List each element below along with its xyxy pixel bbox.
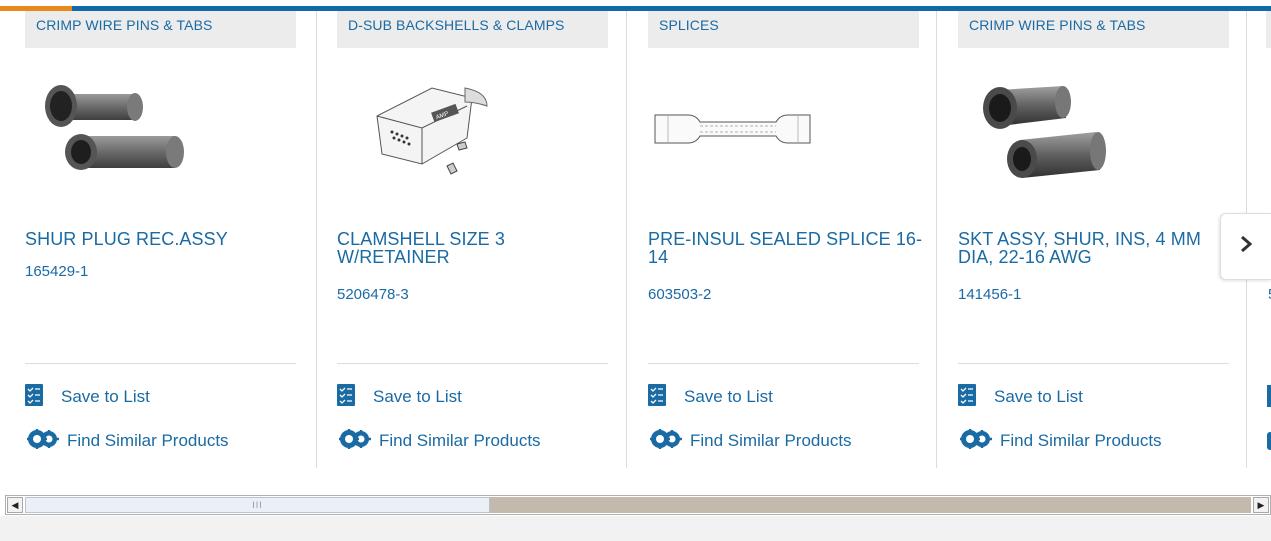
find-similar-button[interactable]: Find Similar Products [337, 428, 541, 455]
find-similar-label: Find Similar Products [690, 431, 852, 450]
card-separator [958, 363, 1229, 364]
part-number[interactable]: 165429-1 [25, 263, 88, 280]
category-label-partial[interactable] [1266, 11, 1271, 48]
category-label[interactable]: SPLICES [648, 11, 919, 48]
save-to-list-label: Save to List [373, 387, 462, 406]
scrollbar-thumb[interactable]: III [25, 497, 490, 513]
gears-icon [648, 428, 682, 455]
carousel-next-button[interactable] [1220, 213, 1271, 280]
product-carousel: CRIMP WIRE PINS & TABS SHUR PLUG REC.ASS… [0, 11, 1271, 468]
checklist-icon [25, 383, 43, 411]
gears-icon [337, 428, 371, 455]
save-to-list-icon-partial[interactable] [1267, 385, 1271, 407]
save-to-list-button[interactable]: Save to List [25, 383, 150, 411]
product-title[interactable]: SHUR PLUG REC.ASSY [25, 230, 305, 248]
checklist-icon [337, 383, 355, 411]
checklist-icon [958, 383, 976, 411]
product-title[interactable]: CLAMSHELL SIZE 3 W/RETAINER [337, 230, 617, 266]
find-similar-button[interactable]: Find Similar Products [25, 428, 229, 455]
chevron-right-icon [1239, 235, 1253, 258]
category-label[interactable]: CRIMP WIRE PINS & TABS [958, 11, 1229, 48]
save-to-list-button[interactable]: Save to List [958, 383, 1083, 411]
save-to-list-button[interactable]: Save to List [648, 383, 773, 411]
find-similar-label: Find Similar Products [379, 431, 541, 450]
part-number[interactable]: 141456-1 [958, 286, 1021, 303]
save-to-list-label: Save to List [684, 387, 773, 406]
product-card: SPLICES PRE-INSUL SEALED SPLICE 16-14 60… [623, 11, 933, 468]
product-card: CRIMP WIRE PINS & TABS SKT ASSY, SHUR, I… [933, 11, 1243, 468]
product-image[interactable] [648, 66, 838, 186]
category-label[interactable]: CRIMP WIRE PINS & TABS [25, 11, 296, 48]
product-card: D-SUB BACKSHELLS & CLAMPS AMP CLAMSHELL … [312, 11, 622, 468]
part-number[interactable]: 603503-2 [648, 286, 711, 303]
gears-icon-partial[interactable] [1267, 432, 1271, 450]
scrollbar-grip: III [252, 500, 263, 510]
scrollbar-track[interactable] [490, 497, 1251, 513]
product-image[interactable]: AMP [337, 66, 527, 186]
card-separator [337, 363, 608, 364]
save-to-list-label: Save to List [61, 387, 150, 406]
save-to-list-label: Save to List [994, 387, 1083, 406]
product-title[interactable]: PRE-INSUL SEALED SPLICE 16-14 [648, 230, 928, 266]
card-separator [25, 363, 296, 364]
save-to-list-button[interactable]: Save to List [337, 383, 462, 411]
scroll-right-arrow-icon[interactable]: ▶ [1253, 497, 1269, 513]
part-number[interactable]: 5206478-3 [337, 286, 409, 303]
category-label[interactable]: D-SUB BACKSHELLS & CLAMPS [337, 11, 608, 48]
product-card: CRIMP WIRE PINS & TABS SHUR PLUG REC.ASS… [0, 11, 310, 468]
scroll-left-arrow-icon[interactable]: ◀ [7, 497, 23, 513]
find-similar-button[interactable]: Find Similar Products [958, 428, 1162, 455]
gears-icon [958, 428, 992, 455]
footer-area [0, 516, 1271, 541]
checklist-icon [648, 383, 666, 411]
find-similar-button[interactable]: Find Similar Products [648, 428, 852, 455]
find-similar-label: Find Similar Products [67, 431, 229, 450]
gears-icon [25, 428, 59, 455]
product-image[interactable] [958, 66, 1148, 186]
horizontal-scrollbar[interactable]: ◀ III ▶ [5, 495, 1271, 515]
product-image[interactable] [25, 66, 215, 186]
card-separator [648, 363, 919, 364]
find-similar-label: Find Similar Products [1000, 431, 1162, 450]
product-title[interactable]: SKT ASSY, SHUR, INS, 4 MM DIA, 22-16 AWG [958, 230, 1238, 266]
